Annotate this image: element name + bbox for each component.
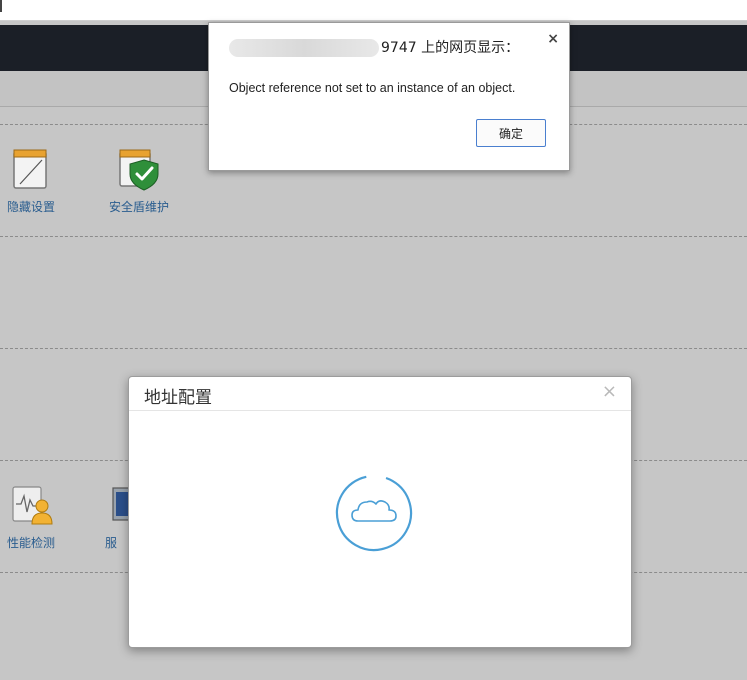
- tool-server[interactable]: 服: [91, 482, 131, 551]
- shield-check-icon: [119, 149, 159, 191]
- tool-shield-maintenance[interactable]: 安全盾维护: [99, 146, 179, 215]
- notepad-icon: [13, 149, 47, 189]
- modal-title: 地址配置: [144, 388, 212, 408]
- tool-performance-check[interactable]: 性能检测: [0, 482, 71, 551]
- modal-header: 地址配置 ×: [129, 377, 631, 411]
- browser-alert-dialog: 9747 上的网页显示： × Object reference not set …: [208, 22, 570, 171]
- alert-title: 9747 上的网页显示：: [229, 37, 519, 57]
- tool-hidden-settings[interactable]: 隐藏设置: [0, 146, 71, 215]
- text-caret: [0, 0, 2, 12]
- alert-title-text: 9747 上的网页显示：: [381, 40, 520, 56]
- browser-address-strip[interactable]: [0, 0, 747, 21]
- modal-close-button[interactable]: ×: [602, 381, 617, 402]
- tool-label: 服: [104, 536, 117, 550]
- monitor-icon: [112, 487, 129, 521]
- alert-ok-button[interactable]: 确定: [476, 119, 546, 147]
- performance-user-icon: [12, 486, 53, 525]
- alert-message: Object reference not set to an instance …: [229, 81, 516, 95]
- address-config-modal: 地址配置 ×: [128, 376, 632, 648]
- redacted-host: [229, 39, 379, 57]
- tool-label: 安全盾维护: [108, 200, 169, 214]
- section-divider: [0, 348, 747, 349]
- section-divider: [0, 236, 747, 237]
- tool-label: 隐藏设置: [6, 200, 55, 214]
- alert-close-button[interactable]: ×: [547, 31, 559, 47]
- tool-label: 性能检测: [6, 536, 55, 550]
- cloud-loading-icon: [335, 474, 413, 552]
